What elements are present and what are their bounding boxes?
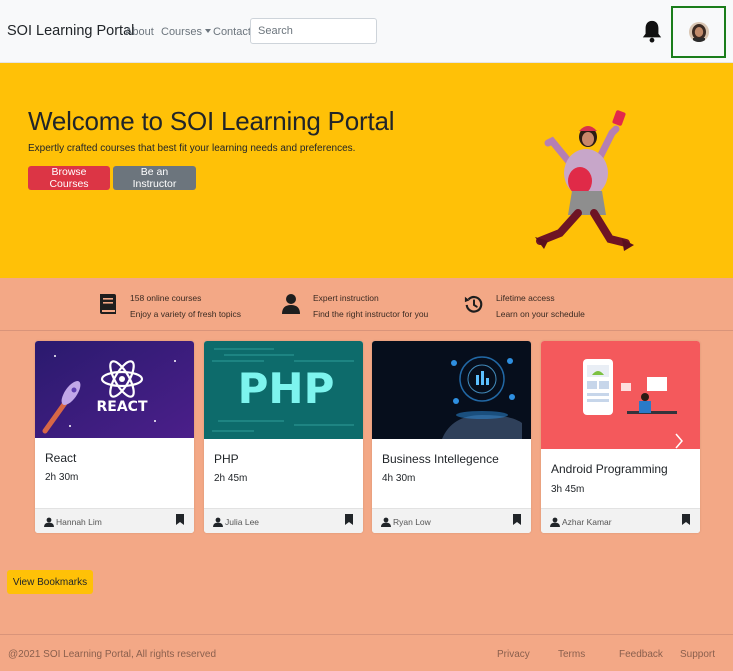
business-intelligence-course-image xyxy=(372,341,531,439)
course-duration: 4h 30m xyxy=(382,473,416,484)
course-card-business-intelligence[interactable]: Business Intellegence 4h 30m Ryan Low xyxy=(372,341,531,533)
feature-lifetime-desc: Learn on your schedule xyxy=(496,309,585,319)
course-title: Business Intellegence xyxy=(382,452,499,466)
course-duration: 2h 45m xyxy=(214,473,248,484)
hero-banner: Welcome to SOI Learning Portal Expertly … xyxy=(0,63,733,278)
php-image-text: PHP xyxy=(238,364,335,413)
card-footer: Julia Lee xyxy=(204,508,363,533)
bookmark-icon[interactable] xyxy=(176,514,184,525)
card-footer: Hannah Lim xyxy=(35,508,194,533)
course-card-php[interactable]: PHP PHP 2h 45m Julia Lee xyxy=(204,341,363,533)
browse-courses-button[interactable]: Browse Courses xyxy=(28,166,110,190)
book-icon xyxy=(100,294,116,314)
nav-about-link[interactable]: About xyxy=(125,26,154,38)
footer-link-privacy[interactable]: Privacy xyxy=(497,649,530,660)
feature-lifetime-title: Lifetime access xyxy=(496,293,555,303)
footer-copyright: @2021 SOI Learning Portal, All rights re… xyxy=(8,649,217,660)
bell-icon[interactable] xyxy=(641,19,663,43)
course-card-react[interactable]: REACT React 2h 30m Hannah Lim xyxy=(35,341,194,533)
history-icon xyxy=(464,295,483,313)
course-title: Android Programming xyxy=(551,462,668,476)
user-icon xyxy=(282,294,300,314)
footer-link-terms[interactable]: Terms xyxy=(558,649,585,660)
person-icon xyxy=(381,517,391,527)
bookmark-icon[interactable] xyxy=(345,514,353,525)
instructor-name: Julia Lee xyxy=(225,517,260,527)
person-icon xyxy=(550,517,560,527)
course-title: PHP xyxy=(214,452,239,466)
nav-courses-label: Courses xyxy=(161,26,202,38)
avatar xyxy=(688,22,709,42)
brand-logo-text[interactable]: SOI Learning Portal xyxy=(7,23,134,39)
bookmark-icon[interactable] xyxy=(513,514,521,525)
course-duration: 2h 30m xyxy=(45,472,79,483)
card-footer: Azhar Kamar xyxy=(541,508,700,533)
feature-courses-desc: Enjoy a variety of fresh topics xyxy=(130,309,242,319)
feature-courses-title: 158 online courses xyxy=(130,293,202,303)
jumping-girl-illustration xyxy=(535,110,634,251)
feature-instruction-desc: Find the right instructor for you xyxy=(313,309,429,319)
footer-link-feedback[interactable]: Feedback xyxy=(619,649,663,660)
nav-contact-link[interactable]: Contact xyxy=(213,26,251,38)
course-title: React xyxy=(45,451,77,465)
view-bookmarks-button[interactable]: View Bookmarks xyxy=(7,570,93,594)
search-input[interactable] xyxy=(250,18,377,44)
instructor-name: Ryan Low xyxy=(393,517,431,527)
carousel-next-icon[interactable] xyxy=(674,432,684,450)
person-icon xyxy=(213,517,223,527)
instructor-name: Azhar Kamar xyxy=(562,517,612,527)
be-instructor-button[interactable]: Be an Instructor xyxy=(113,166,196,190)
php-course-image: PHP xyxy=(204,341,363,439)
instructor-name: Hannah Lim xyxy=(56,517,102,527)
person-icon xyxy=(44,517,54,527)
react-course-image: REACT xyxy=(35,341,194,438)
course-duration: 3h 45m xyxy=(551,484,585,495)
react-image-text: REACT xyxy=(96,399,147,415)
feature-instruction-title: Expert instruction xyxy=(313,293,379,303)
avatar-button[interactable] xyxy=(671,6,726,58)
card-footer: Ryan Low xyxy=(372,508,531,533)
bookmark-icon[interactable] xyxy=(682,514,690,525)
footer-link-support[interactable]: Support xyxy=(680,649,715,660)
caret-down-icon xyxy=(204,29,211,33)
navbar: SOI Learning Portal About Courses Contac… xyxy=(0,0,733,63)
footer-divider xyxy=(0,634,733,635)
nav-courses-dropdown[interactable]: Courses xyxy=(161,26,211,38)
hero-subtitle: Expertly crafted courses that best fit y… xyxy=(28,143,356,154)
hero-title: Welcome to SOI Learning Portal xyxy=(28,106,395,136)
features-divider xyxy=(0,330,733,331)
